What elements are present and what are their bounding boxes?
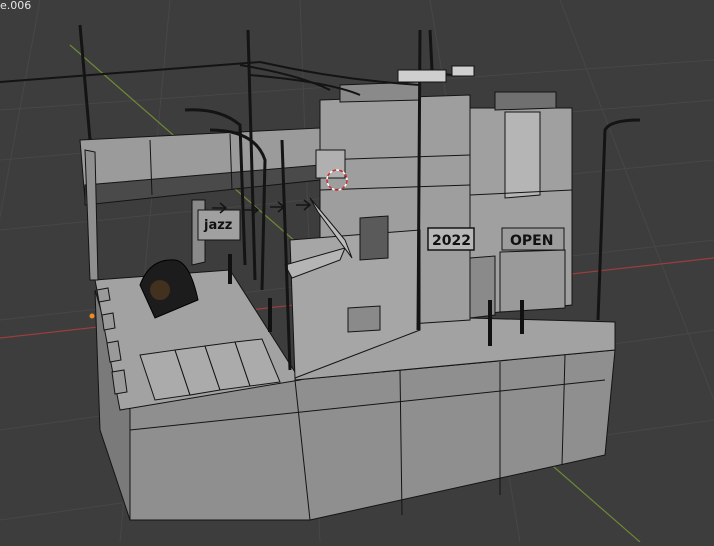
year-sign-text: 2022 xyxy=(432,233,471,249)
object-name-label: e.006 xyxy=(0,0,32,12)
3d-viewport[interactable]: jazz 2022 OPEN xyxy=(0,0,714,543)
year-sign: 2022 xyxy=(427,227,475,251)
origin-point-icon xyxy=(89,313,95,319)
open-sign-text: OPEN xyxy=(510,233,553,249)
utility-boxes xyxy=(397,65,475,83)
jazz-sign-text: jazz xyxy=(203,218,232,233)
jazz-sign: jazz xyxy=(197,209,241,241)
open-sign: OPEN xyxy=(501,227,565,251)
shop-building-mesh[interactable] xyxy=(469,91,573,319)
